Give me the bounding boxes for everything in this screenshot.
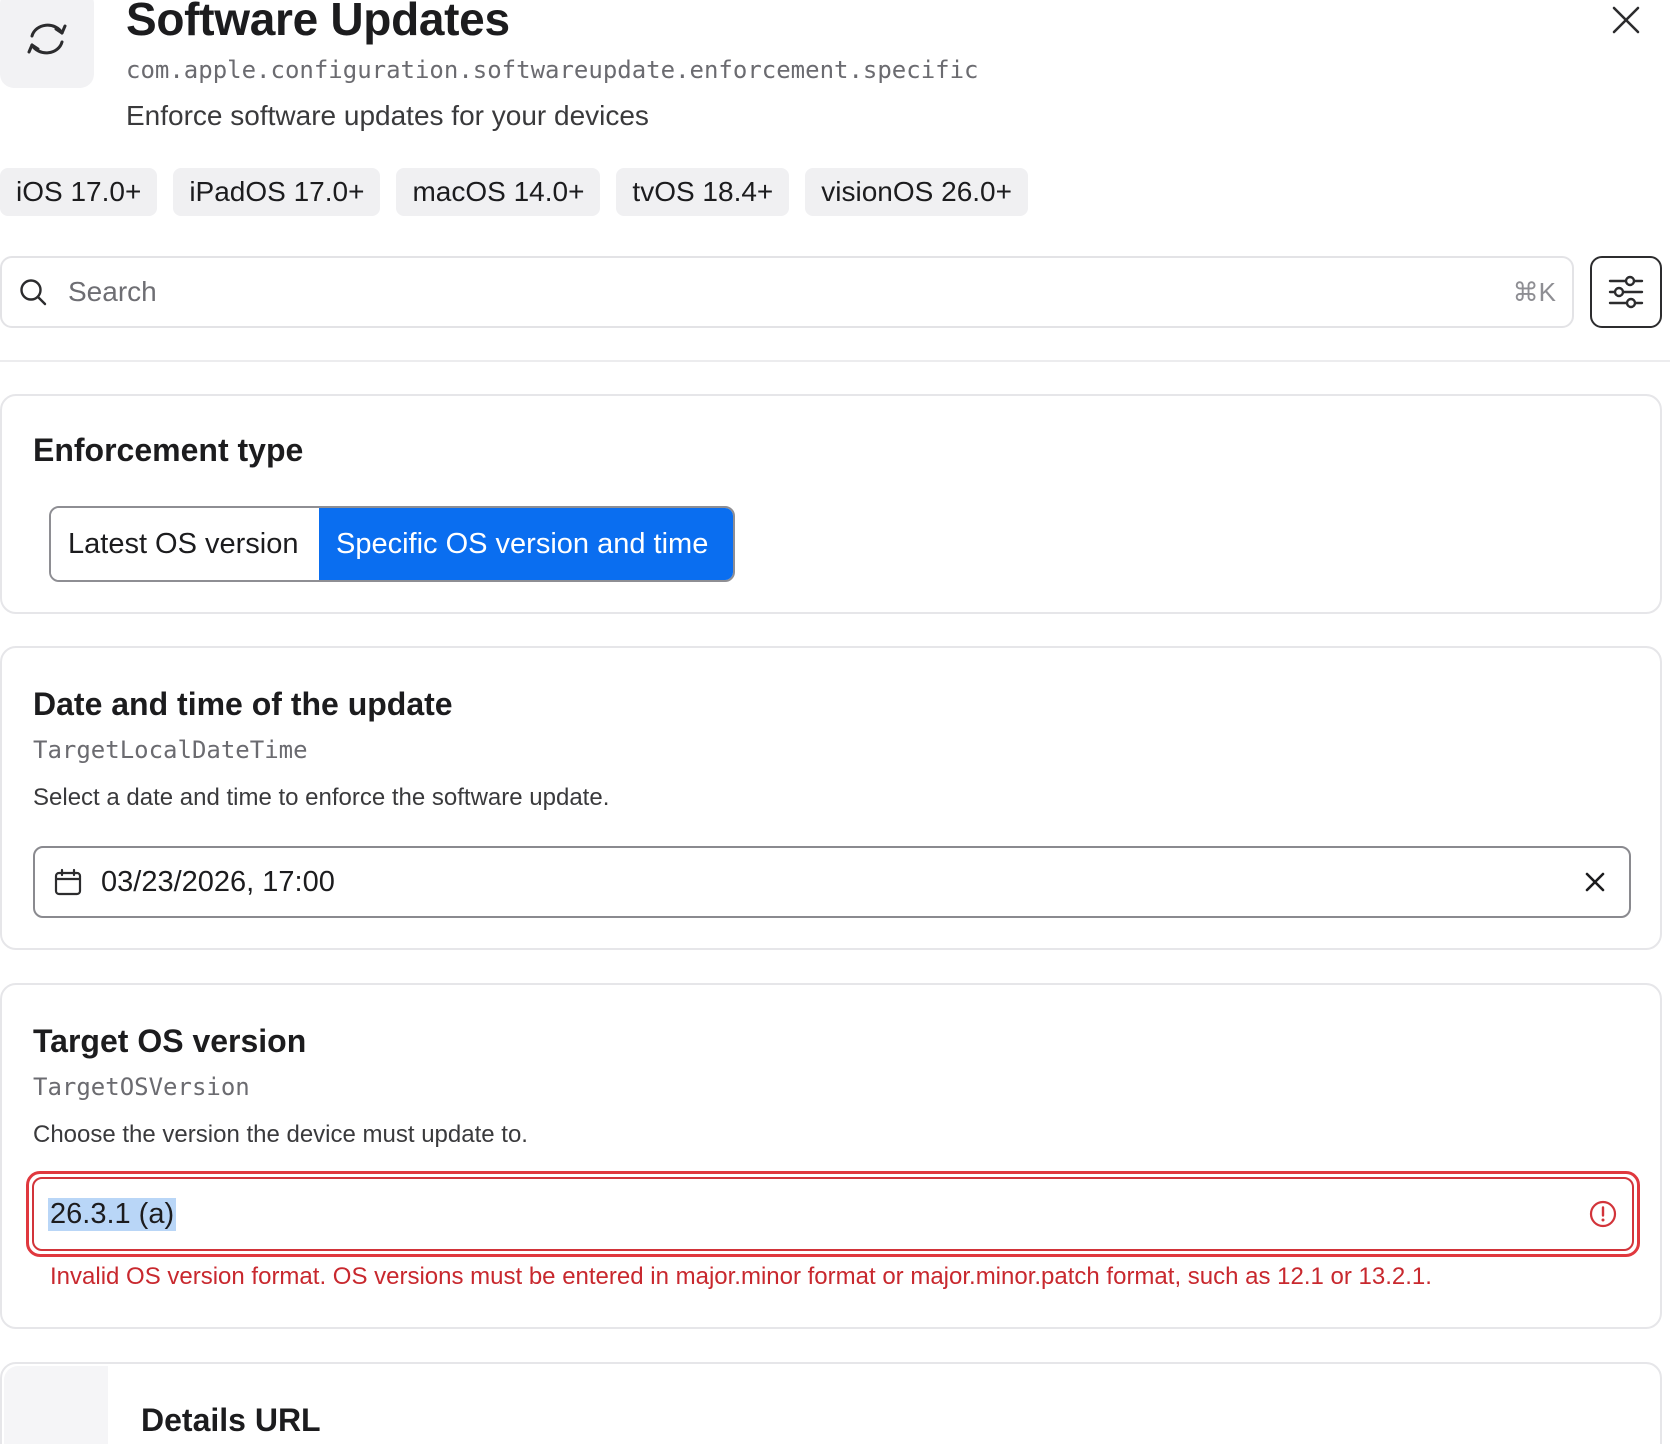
target-os-version-error: Invalid OS version format. OS versions m… <box>50 1263 1432 1290</box>
details-url-card: Details URL <box>0 1362 1662 1444</box>
platform-chip: tvOS 18.4+ <box>616 168 790 216</box>
header-divider <box>0 360 1670 362</box>
datetime-card: Date and time of the update TargetLocalD… <box>0 646 1662 950</box>
search-bar: ⌘K <box>0 256 1574 328</box>
datetime-title: Date and time of the update <box>33 686 453 722</box>
details-url-side-block <box>4 1366 108 1444</box>
sliders-icon <box>1608 275 1644 309</box>
target-os-version-description: Choose the version the device must updat… <box>33 1121 528 1148</box>
page-subtitle: Enforce software updates for your device… <box>126 100 649 131</box>
datetime-description: Select a date and time to enforce the so… <box>33 784 610 811</box>
close-icon <box>1612 6 1640 34</box>
details-url-title: Details URL <box>141 1402 321 1438</box>
clear-x-icon <box>1585 872 1605 892</box>
page-title: Software Updates <box>126 0 510 45</box>
platform-chip: macOS 14.0+ <box>396 168 601 216</box>
close-button[interactable] <box>1604 0 1648 40</box>
segment-latest-os-version[interactable]: Latest OS version <box>51 508 319 580</box>
enforcement-type-card: Enforcement type Latest OS version Speci… <box>0 394 1662 614</box>
sync-arrows-icon <box>27 23 67 55</box>
clear-datetime-button[interactable] <box>1579 866 1611 898</box>
filter-button[interactable] <box>1590 256 1662 328</box>
search-shortcut-hint: ⌘K <box>1512 276 1556 307</box>
segment-specific-os-version-and-time[interactable]: Specific OS version and time <box>319 508 733 580</box>
calendar-icon <box>54 868 82 896</box>
search-input[interactable] <box>68 276 1513 308</box>
platform-chip: visionOS 26.0+ <box>805 168 1028 216</box>
datetime-value: 03/23/2026, 17:00 <box>101 865 335 898</box>
target-os-version-value: 26.3.1 (a) <box>48 1197 177 1231</box>
app-icon-tile <box>0 0 94 88</box>
target-os-version-key: TargetOSVersion <box>33 1073 250 1101</box>
datetime-key: TargetLocalDateTime <box>33 736 308 764</box>
enforcement-type-segmented-control: Latest OS version Specific OS version an… <box>49 506 735 582</box>
target-os-version-card: Target OS version TargetOSVersion Choose… <box>0 983 1662 1329</box>
alert-circle-icon <box>1589 1200 1617 1228</box>
software-updates-panel: Software Updates com.apple.configuration… <box>0 0 1670 1444</box>
payload-identifier: com.apple.configuration.softwareupdate.e… <box>126 56 979 84</box>
enforcement-type-title: Enforcement type <box>33 432 304 468</box>
platform-chip: iOS 17.0+ <box>0 168 158 216</box>
target-os-version-focus-ring: 26.3.1 (a) <box>26 1171 1640 1257</box>
platform-chip: iPadOS 17.0+ <box>173 168 381 216</box>
target-os-version-title: Target OS version <box>33 1023 307 1059</box>
datetime-field[interactable]: 03/23/2026, 17:00 <box>33 846 1631 918</box>
platform-chips: iOS 17.0+ iPadOS 17.0+ macOS 14.0+ tvOS … <box>0 168 1028 216</box>
target-os-version-input[interactable]: 26.3.1 (a) <box>32 1177 1634 1251</box>
search-icon <box>20 279 47 306</box>
